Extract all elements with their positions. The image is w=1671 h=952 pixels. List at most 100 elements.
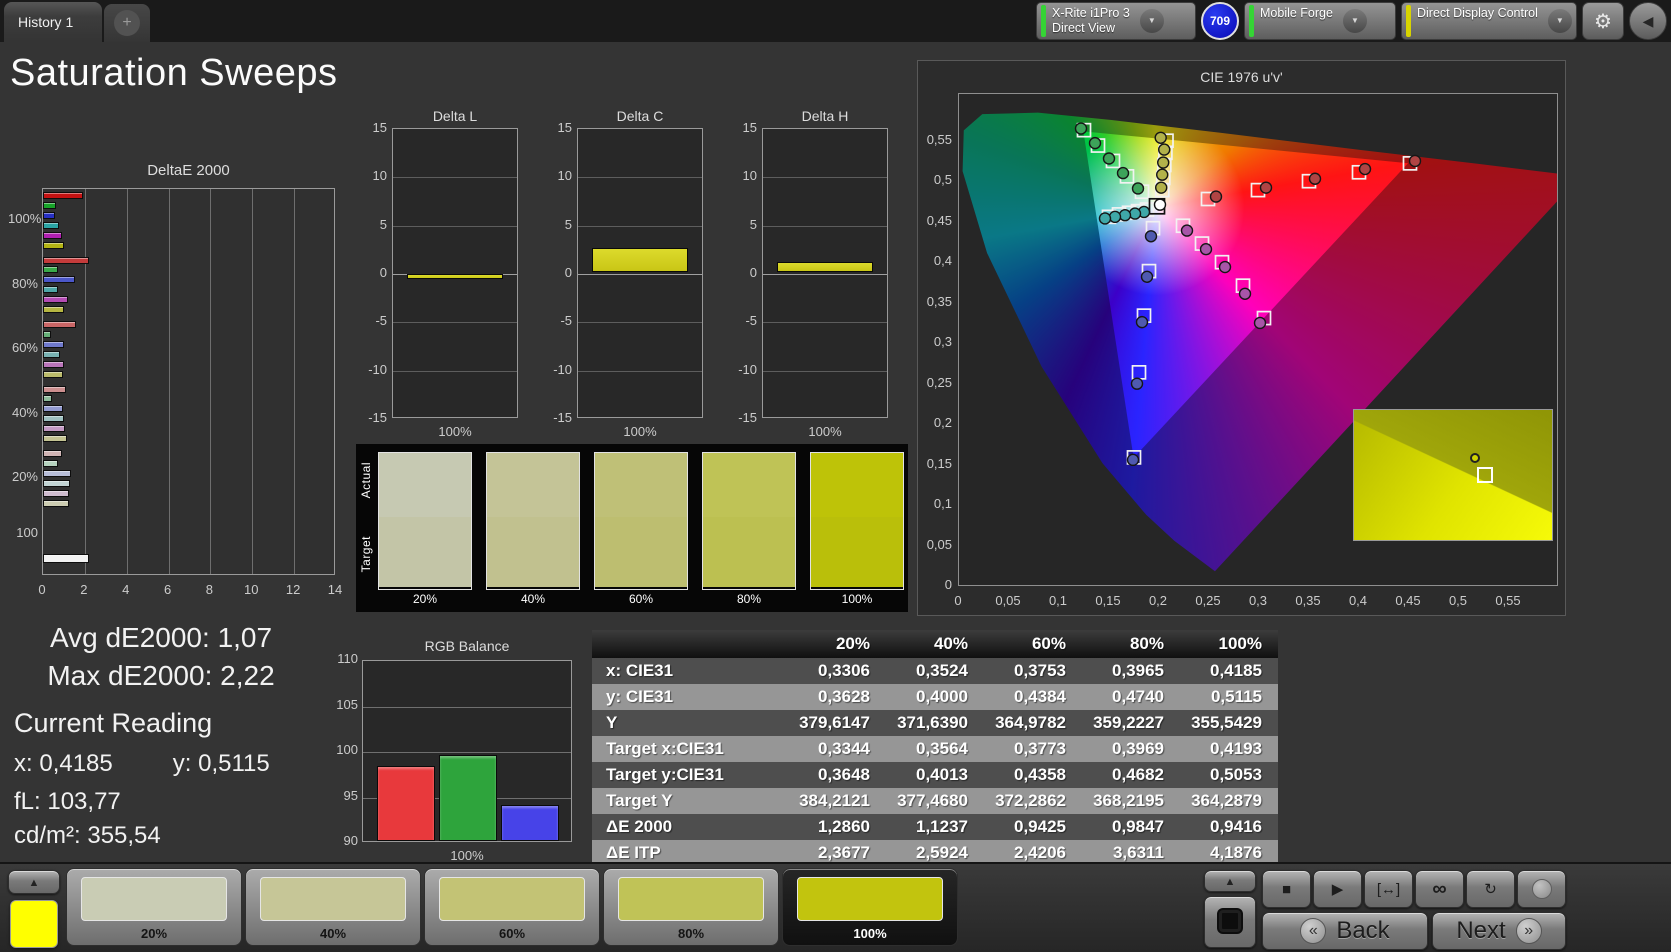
table-row: y: CIE31 0,3628 0,4000 0,4384 0,4740 0,5115	[592, 684, 1278, 710]
current-patch-color	[10, 900, 58, 948]
axis-tick-label: 0,35	[926, 293, 952, 309]
deltae-bar	[43, 469, 72, 477]
table-cell: 372,2862	[995, 791, 1066, 810]
table-cell: 384,2121	[799, 791, 870, 810]
chevron-down-icon: ▼	[1342, 9, 1367, 33]
gridline	[578, 225, 702, 227]
pattern-window-button[interactable]	[1204, 896, 1256, 948]
measured-marker	[1088, 136, 1102, 150]
saturation-patch-button[interactable]: 80%	[603, 868, 779, 946]
collapse-panel-button[interactable]: ◀	[1629, 2, 1667, 40]
column-header	[592, 630, 788, 658]
measured-marker	[1154, 131, 1167, 144]
range-button[interactable]: [↔]	[1364, 870, 1413, 908]
add-tab-button[interactable]: +	[104, 4, 150, 42]
gridline	[168, 189, 170, 574]
gridline	[363, 706, 571, 708]
axis-tick-label: -15	[738, 410, 757, 425]
axis-tick-label: 0,2	[1148, 593, 1168, 608]
gridline	[763, 322, 887, 324]
measured-marker	[1155, 168, 1169, 181]
deltae-bar	[43, 321, 77, 328]
gridline	[252, 189, 254, 574]
table-cell: 0,3773	[1014, 739, 1066, 758]
deltae-bar	[43, 286, 58, 294]
patch-label: 40%	[319, 926, 347, 941]
patch-swatch	[81, 877, 227, 921]
pattern-source-dropdown[interactable]: Mobile Forge ▼	[1244, 2, 1396, 40]
axis-tick-label: -5	[745, 313, 757, 329]
axis-tick-label: 0,25	[1195, 593, 1221, 608]
back-button[interactable]: « Back	[1262, 912, 1428, 950]
back-label: Back	[1336, 917, 1390, 944]
gridline	[763, 225, 887, 227]
axis-tick-label: 2	[80, 582, 88, 597]
stop-icon: ■	[1281, 880, 1292, 898]
axis-tick-label: 8	[205, 582, 214, 597]
meter-mode: Direct View	[1052, 21, 1115, 35]
patch-label: 20%	[412, 592, 438, 606]
deltae-bar	[43, 340, 64, 348]
gridline	[578, 177, 702, 179]
measured-marker	[1199, 243, 1213, 256]
saturation-patch-button[interactable]: 40%	[245, 868, 421, 946]
gridline	[578, 370, 702, 372]
table-cell: 0,3753	[1014, 661, 1066, 680]
axis-tick-label: 15	[372, 120, 387, 135]
row-label: Target y:CIE31	[606, 765, 724, 784]
tab-history-1[interactable]: History 1	[4, 2, 102, 42]
axis-tick-label: 10	[244, 582, 259, 597]
deltae-bar	[43, 370, 63, 378]
saturation-patch-button[interactable]: 60%	[424, 868, 600, 946]
current-cdm2: cd/m²: 355,54	[14, 822, 161, 849]
cie-1976-chart: CIE 1976 u'v' 0 0,05 0,1 0,15 0,2 0,25 0,3 0,35…	[917, 60, 1566, 616]
reference-patch	[702, 452, 796, 590]
axis-tick-label: 0,3	[1248, 593, 1268, 608]
display-status-stripe	[1406, 5, 1411, 37]
table-row: Target x:CIE31 0,3344 0,3564 0,3773 0,3969 0,…	[592, 736, 1278, 762]
row-label: Y	[606, 713, 618, 732]
meter-dropdown[interactable]: X-Rite i1Pro 3 Direct View ▼	[1036, 2, 1196, 40]
fl-value: 103,77	[47, 788, 121, 815]
next-button[interactable]: Next »	[1432, 912, 1566, 950]
row-label: y: CIE31	[606, 687, 674, 706]
axis-tick-label: -10	[553, 361, 572, 377]
axis-tick-label: 6	[163, 582, 172, 597]
pattern-window-icon	[1219, 910, 1241, 932]
axis-tick-label: 15	[742, 120, 757, 135]
colorspace-badge[interactable]: 709	[1201, 2, 1239, 40]
axis-tick-label: 10	[742, 168, 757, 184]
current-xy: x: 0,4185 y: 0,5115	[14, 750, 270, 777]
measured-marker	[1238, 287, 1252, 300]
loop-button[interactable]: ↻	[1466, 870, 1515, 908]
deltae-bar	[43, 435, 68, 442]
chart-title: CIE 1976 u'v'	[1200, 69, 1283, 85]
triangle-up-icon: ▲	[1224, 876, 1236, 888]
actual-swatch	[703, 453, 795, 517]
gridline	[578, 322, 702, 324]
axis-tick-label: 0	[379, 265, 387, 280]
deltae-bar	[43, 405, 63, 413]
play-button[interactable]: ▶	[1313, 870, 1362, 908]
expand-pattern-window-button[interactable]: ▲	[1204, 870, 1256, 892]
axis-tick-label: 0,2	[933, 415, 952, 430]
deltae-bar	[43, 385, 67, 393]
axis-tick-label: 0,55	[1495, 593, 1521, 608]
chevron-left-icon: ◀	[1642, 12, 1654, 29]
settings-button[interactable]: ⚙	[1582, 2, 1624, 40]
meter-name: X-Rite i1Pro 3	[1052, 6, 1130, 20]
saturation-patch-button[interactable]: 100%	[782, 868, 958, 946]
indicator-button[interactable]	[1517, 870, 1566, 908]
saturation-patch-button[interactable]: 20%	[66, 868, 242, 946]
axis-category-label: 40%	[11, 404, 38, 420]
patch-label: 40%	[520, 592, 546, 606]
green-bar	[439, 755, 497, 841]
axis-tick-label: 0,3	[933, 334, 952, 349]
expand-current-patch-button[interactable]: ▲	[8, 870, 60, 894]
stop-button[interactable]: ■	[1262, 870, 1311, 908]
patch-label: 20%	[140, 926, 168, 941]
gridline	[763, 370, 887, 372]
infinity-button[interactable]: ∞	[1415, 870, 1464, 908]
display-control-dropdown[interactable]: Direct Display Control ▼	[1401, 2, 1577, 40]
column-header: 100%	[1218, 634, 1262, 653]
